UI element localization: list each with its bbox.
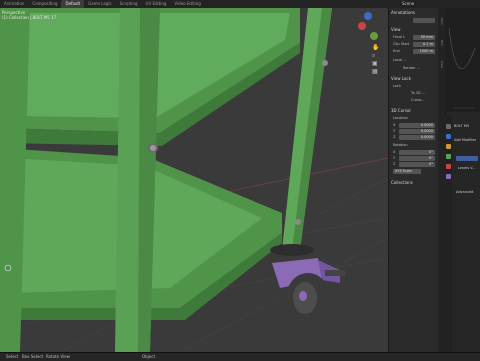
axis-x-gizmo[interactable] [358, 22, 366, 30]
clip-start-field[interactable]: 0.1 m [413, 42, 435, 47]
advanced-header[interactable]: Advanced [456, 190, 473, 194]
object-name-label: BOLT M5 [454, 124, 470, 128]
3d-cursor-header[interactable]: 3D Cursor [391, 108, 437, 114]
tab-game-logic[interactable]: Game Logic [84, 0, 116, 8]
hand-icon[interactable]: ✋ [372, 44, 380, 52]
3d-viewport[interactable]: Perspective (1) Collection | BOLT M5 17 … [0, 8, 388, 352]
sidebar-tab-item[interactable]: Item [439, 12, 444, 30]
object-icon[interactable] [446, 144, 451, 149]
wrench-icon[interactable] [446, 124, 451, 129]
sidebar-n-panel: Annotations View Focal L 50 mm Clip Star… [388, 8, 439, 352]
status-rotate-view: Rotate View [46, 354, 70, 359]
physics-icon[interactable] [446, 174, 451, 179]
camera-icon[interactable]: ▣ [372, 60, 380, 68]
tab-scripting[interactable]: Scripting [116, 0, 142, 8]
tab-video-editing[interactable]: Video Editing [170, 0, 204, 8]
zoom-icon[interactable]: ⌕ [372, 52, 380, 60]
grid-icon[interactable]: ▦ [372, 68, 380, 76]
outliner-panel[interactable] [445, 8, 480, 112]
cursor-x-field[interactable]: 0.0000 [399, 123, 435, 128]
annotations-field[interactable] [413, 18, 435, 23]
view-header[interactable]: View [391, 27, 437, 33]
cursor-y-field[interactable]: 0.0000 [399, 129, 435, 134]
lock-label: Lock [393, 84, 401, 88]
sidebar-tab-tool[interactable]: Tool [439, 34, 444, 52]
sidebar-tabs: Item Tool View [438, 8, 445, 352]
axis-z-gizmo[interactable] [364, 12, 372, 20]
material-icon[interactable] [446, 164, 451, 169]
local-camera-label[interactable]: Local ... [393, 58, 437, 63]
viewport-nav-icons: ✋ ⌕ ▣ ▦ [372, 44, 380, 84]
rotation-mode-select[interactable]: XYZ Euler [393, 169, 421, 174]
sidebar-tab-view[interactable]: View [439, 56, 444, 74]
status-object-mode[interactable]: Object [142, 354, 155, 359]
collections-header[interactable]: Collections [391, 180, 437, 186]
scene-selector[interactable]: Scene [402, 1, 414, 6]
tab-animation[interactable]: Animation [0, 0, 28, 8]
properties-tabs [445, 114, 452, 352]
annotations-header[interactable]: Annotations [391, 10, 437, 16]
collection-label: (1) Collection | BOLT M5 17 [2, 15, 57, 20]
status-box-select: Box Select [22, 354, 44, 359]
tab-compositing[interactable]: Compositing [28, 0, 61, 8]
add-modifier-button[interactable]: Add Modifier [454, 138, 476, 142]
gear-icon[interactable] [446, 134, 451, 139]
status-select: Select [6, 354, 19, 359]
tab-uv-editing[interactable]: UV Editing [142, 0, 171, 8]
focal-length-field[interactable]: 50 mm [413, 35, 435, 40]
rot-x-field[interactable]: 0° [399, 150, 435, 155]
tab-default[interactable]: Default [61, 0, 85, 8]
cursor-rotation-label: Rotation [393, 143, 408, 147]
clip-end-field[interactable]: 1000 m [413, 49, 435, 54]
levels-viewport-label: Levels V... [458, 166, 476, 170]
viewport-render [0, 8, 388, 352]
view-lock-header[interactable]: View Lock [391, 76, 437, 82]
rot-y-field[interactable]: 0° [399, 156, 435, 161]
cursor-z-field[interactable]: 0.0000 [399, 135, 435, 140]
outliner-graph [448, 27, 476, 109]
cursor-location-label: Location [393, 116, 408, 120]
rot-z-field[interactable]: 0° [399, 162, 435, 167]
axis-y-gizmo[interactable] [370, 32, 378, 40]
subdivision-toggle[interactable] [456, 156, 478, 161]
mesh-icon[interactable] [446, 154, 451, 159]
